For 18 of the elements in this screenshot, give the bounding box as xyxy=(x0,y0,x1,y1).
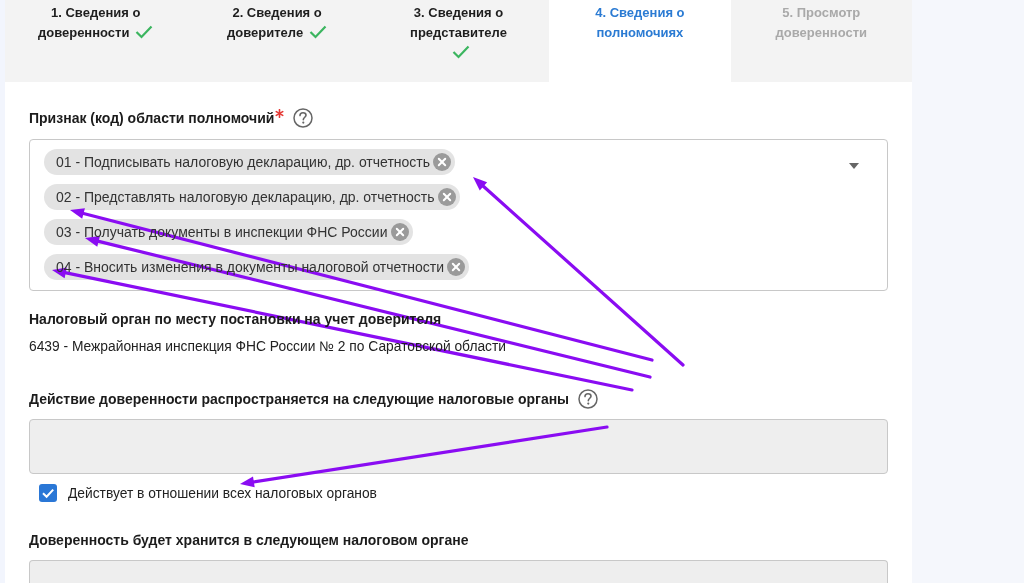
selected-code-chip: 02 - Представлять налоговую декларацию, др. отчетность xyxy=(44,184,460,210)
selected-code-chip: 01 - Подписывать налоговую декларацию, др. отчетность xyxy=(44,149,456,175)
dropdown-caret-icon[interactable] xyxy=(849,163,859,169)
multiselect-field[interactable] xyxy=(29,139,888,291)
field-label: Действие доверенности распространяется на следующие налоговые органы xyxy=(29,390,570,408)
step-tab[interactable]: 3. Сведения о представителе xyxy=(367,0,550,82)
checkbox[interactable] xyxy=(39,484,57,502)
field-label: Доверенность будет хранится в следующем налоговом органе xyxy=(29,531,469,549)
remove-icon[interactable] xyxy=(447,258,466,276)
step-tab[interactable]: 1. Сведения о доверенности xyxy=(5,0,187,82)
help-icon[interactable] xyxy=(578,389,599,409)
remove-icon[interactable] xyxy=(390,223,409,241)
remove-icon[interactable] xyxy=(437,188,456,206)
step-tab[interactable]: 2. Сведения о доверителе xyxy=(186,0,368,82)
remove-icon[interactable] xyxy=(433,153,452,171)
field-label: Признак (код) области полномочий xyxy=(29,109,275,127)
help-icon[interactable] xyxy=(293,108,314,128)
checkbox-label[interactable]: Действует в отношении всех налоговых органов xyxy=(68,484,377,502)
